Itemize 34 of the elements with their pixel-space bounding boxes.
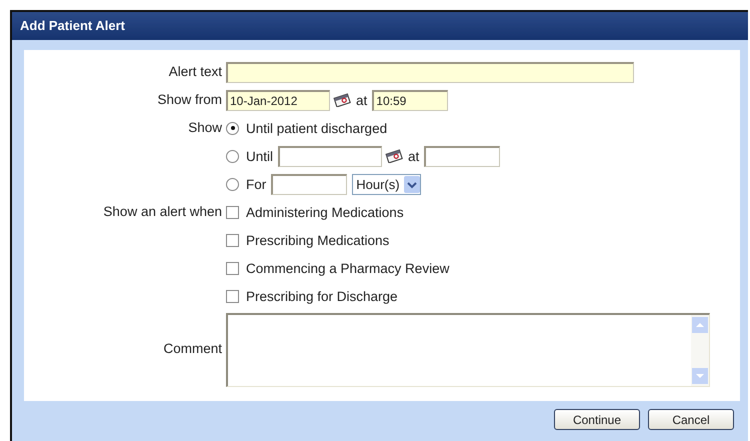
unit-dropdown[interactable]: Hour(s): [352, 174, 421, 194]
option-label: Until: [246, 148, 274, 164]
window-title: Add Patient Alert: [12, 12, 748, 40]
checkbox[interactable]: [226, 290, 239, 302]
at-label: at: [408, 148, 420, 164]
option-label: Prescribing for Discharge: [246, 288, 398, 304]
alert-text-field[interactable]: [226, 62, 634, 82]
calendar-icon[interactable]: [333, 93, 351, 107]
checkbox[interactable]: [226, 262, 239, 274]
field-label: Comment: [162, 340, 222, 356]
time-field[interactable]: [424, 146, 500, 166]
dialog-button[interactable]: Continue: [554, 409, 640, 430]
dialog-button[interactable]: Cancel: [648, 409, 734, 430]
option-label: Administering Medications: [246, 204, 404, 220]
option-label: Prescribing Medications: [246, 232, 390, 248]
radio-button[interactable]: [226, 150, 239, 162]
field-label: Show an alert when: [102, 203, 222, 221]
calendar-icon[interactable]: [385, 149, 404, 163]
option-label: For: [246, 176, 266, 192]
field-label: Show from: [156, 91, 222, 109]
option-label: Commencing a Pharmacy Review: [246, 260, 450, 276]
chevron-down-icon: [404, 176, 420, 192]
time-field[interactable]: 10:59: [372, 90, 448, 110]
checkbox[interactable]: [226, 234, 239, 246]
duration-field[interactable]: [271, 174, 348, 194]
date-field[interactable]: 10-Jan-2012: [226, 90, 330, 110]
radio-button[interactable]: [226, 178, 239, 190]
at-label: at: [356, 92, 368, 108]
checkbox[interactable]: [226, 206, 239, 218]
field-label: Alert text: [168, 63, 222, 81]
field-label: Show: [187, 119, 222, 137]
radio-button[interactable]: [226, 122, 239, 134]
option-label: Until patient discharged: [246, 120, 388, 136]
date-field[interactable]: [278, 146, 382, 166]
